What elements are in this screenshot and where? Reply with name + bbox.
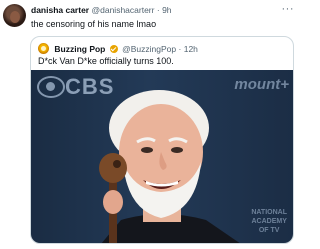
more-horizontal-icon[interactable]: ··· — [282, 3, 295, 15]
tweet-header: danisha carter @danishacarterr · 9h — [31, 5, 172, 15]
left-eye — [141, 147, 153, 153]
cane-head — [99, 153, 127, 183]
tweet-text: the censoring of his name lmao — [31, 19, 157, 29]
quote-media-image[interactable]: CBS mount+ NATIONAL ACADEMY OF TV — [31, 70, 293, 243]
quote-timestamp[interactable]: 12h — [184, 44, 198, 54]
quote-header: Buzzing Pop @BuzzingPop · 12h — [38, 43, 198, 54]
avatar[interactable] — [3, 4, 26, 27]
verified-badge-icon — [109, 45, 118, 53]
quote-tweet[interactable]: Buzzing Pop @BuzzingPop · 12h D*ck Van D… — [30, 36, 294, 244]
author-name[interactable]: danisha carter — [31, 5, 89, 15]
quote-separator: · — [178, 44, 182, 54]
quote-author-name[interactable]: Buzzing Pop — [54, 44, 105, 54]
timestamp[interactable]: 9h — [162, 5, 171, 15]
quote-handle[interactable]: @BuzzingPop — [122, 44, 176, 54]
tweet[interactable]: danisha carter @danishacarterr · 9h ··· … — [0, 0, 300, 249]
quote-avatar[interactable] — [38, 43, 49, 54]
separator: · — [156, 5, 160, 15]
hand — [103, 190, 123, 214]
right-eye — [171, 147, 183, 153]
portrait-illustration — [99, 90, 240, 243]
quote-text: D*ck Van D*ke officially turns 100. — [38, 56, 174, 66]
author-handle[interactable]: @danishacarterr — [92, 5, 155, 15]
